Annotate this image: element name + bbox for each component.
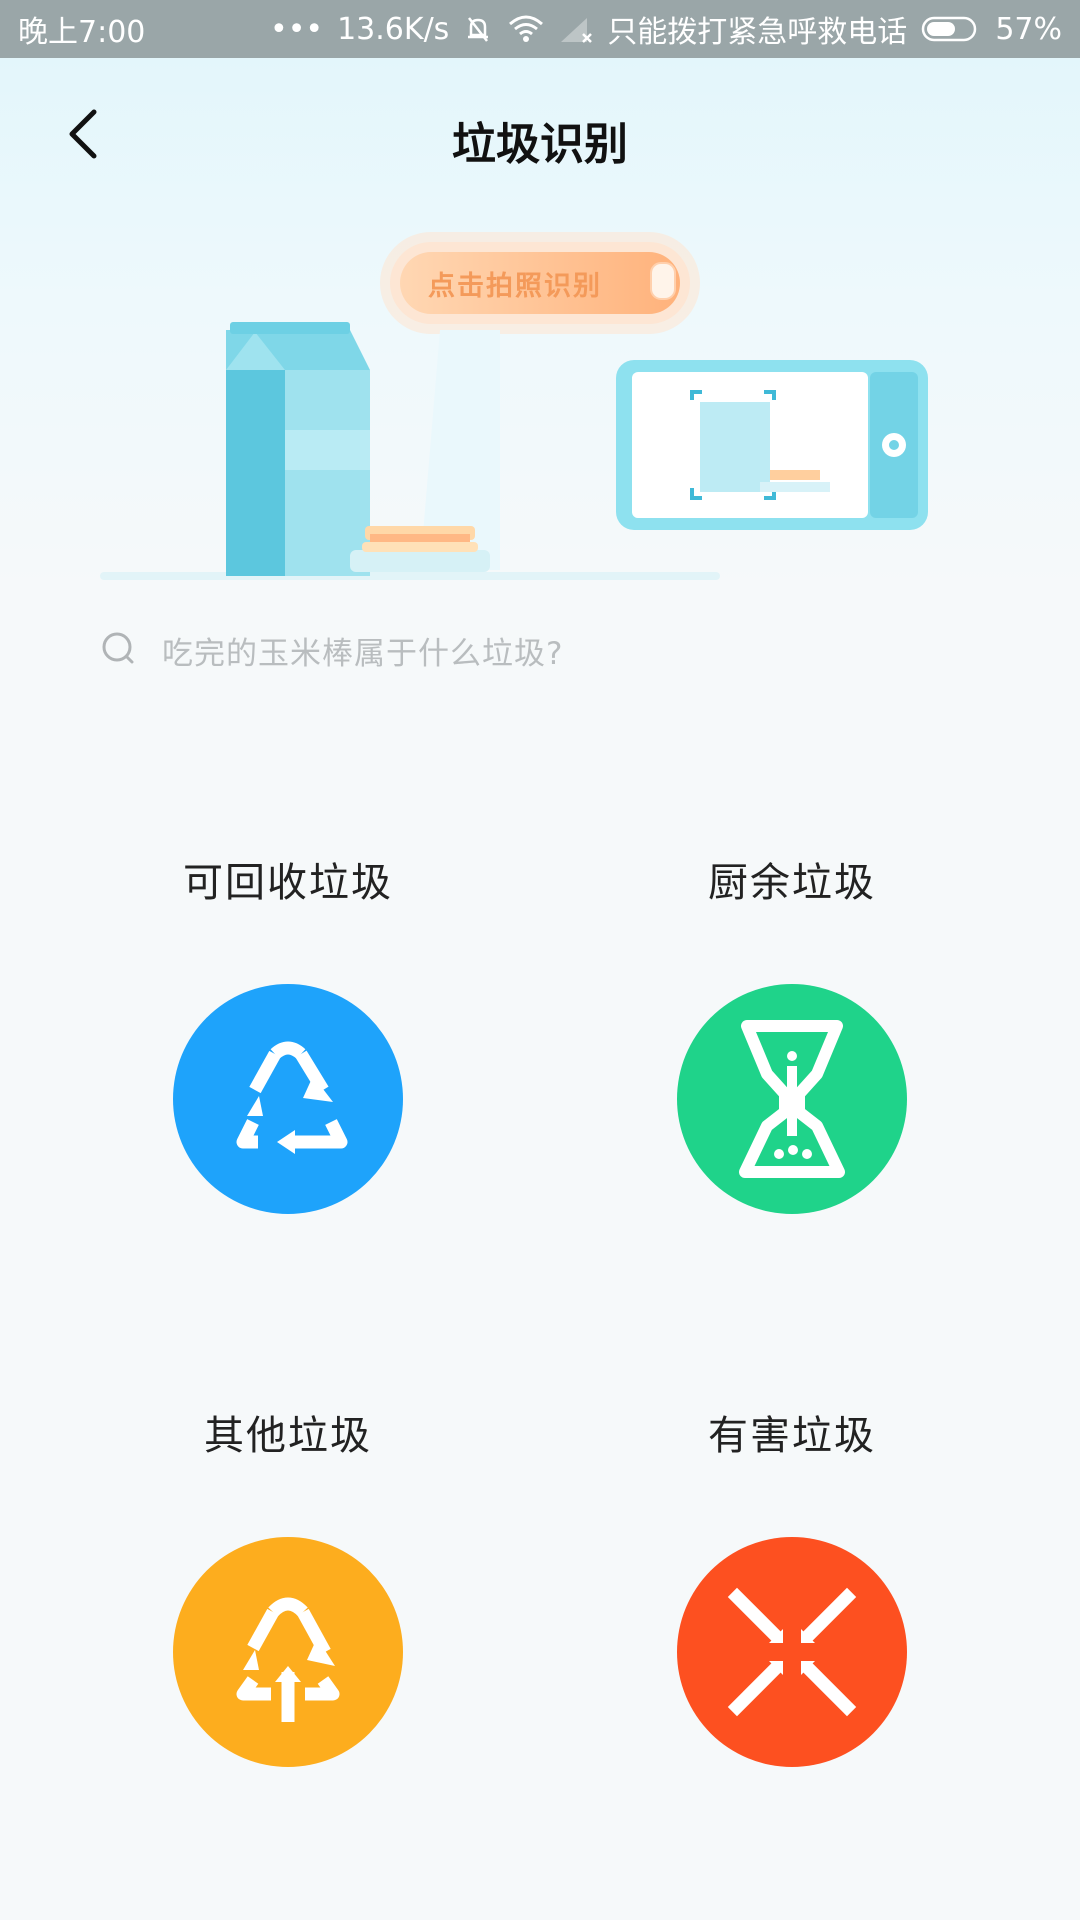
category-label: 有害垃圾 — [708, 1413, 876, 1459]
bell-off-icon — [468, 17, 489, 42]
recycle-arrows-icon[interactable] — [173, 1537, 403, 1767]
category-label: 厨余垃圾 — [708, 860, 876, 906]
recycle-icon[interactable] — [173, 984, 403, 1214]
cross-arrows-icon[interactable] — [677, 1537, 907, 1767]
battery-percent: 57% — [995, 11, 1062, 47]
network-speed: 13.6K/s — [337, 11, 450, 47]
search-bar[interactable]: 吃完的玉米棒属于什么垃圾? — [100, 612, 980, 688]
hazardous-glyph — [727, 1587, 857, 1717]
milk-carton-illustration — [226, 322, 370, 576]
touch-icon — [650, 262, 676, 300]
category-label: 其他垃圾 — [204, 1413, 372, 1459]
photo-recognize-button[interactable]: 点击拍照识别 — [390, 242, 690, 324]
wifi-icon — [509, 15, 544, 42]
carrier-text: 只能拨打紧急呼救电话 — [607, 15, 908, 50]
phone-illustration — [616, 360, 928, 530]
hero-illustration — [100, 322, 928, 580]
search-icon — [102, 632, 134, 664]
hourglass-icon[interactable] — [677, 984, 907, 1214]
page-title: 垃圾识别 — [452, 119, 628, 170]
recycle-glyph — [236, 1041, 348, 1154]
status-dots: ••• — [270, 11, 324, 47]
signal-icon — [561, 18, 593, 43]
status-right: ••• 13.6K/s 只能拨打紧急呼救电话 57% — [270, 7, 1062, 51]
category-label: 可回收垃圾 — [183, 860, 393, 906]
ground-shadow — [100, 572, 720, 580]
status-time: 晚上7:00 — [18, 15, 146, 50]
category-other-waste[interactable]: 其他垃圾 — [78, 1403, 498, 1767]
status-bar: 晚上7:00 ••• 13.6K/s 只能拨打紧急呼救电话 57% — [0, 0, 1080, 58]
category-recyclable[interactable]: 可回收垃圾 — [78, 850, 498, 1214]
photo-recognize-label: 点击拍照识别 — [428, 270, 602, 302]
cookie-stack-illustration — [350, 526, 490, 572]
battery-icon — [922, 16, 977, 42]
title-bar: 垃圾识别 — [0, 58, 1080, 208]
category-kitchen-waste[interactable]: 厨余垃圾 — [582, 850, 1002, 1214]
photo-recognize-pill: 点击拍照识别 — [400, 252, 680, 314]
category-hazardous-waste[interactable]: 有害垃圾 — [582, 1403, 1002, 1767]
hourglass-glyph — [739, 1020, 845, 1178]
other-waste-glyph — [236, 1597, 340, 1722]
search-input[interactable]: 吃完的玉米棒属于什么垃圾? — [162, 628, 563, 673]
